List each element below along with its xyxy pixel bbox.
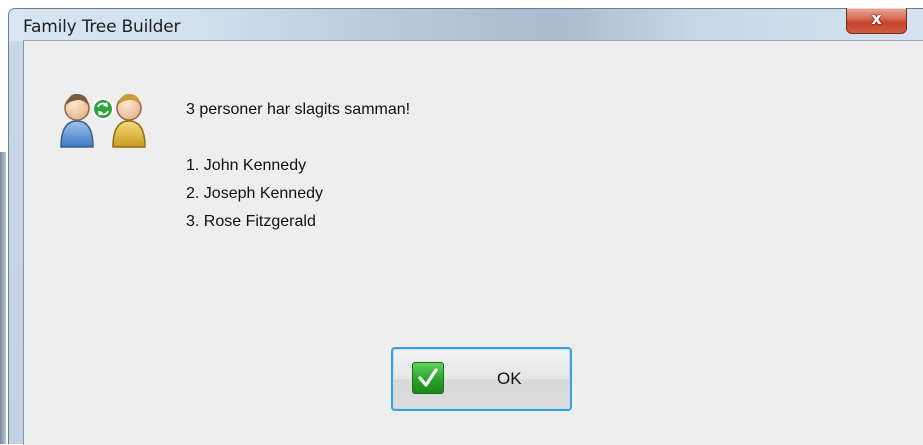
window-title: Family Tree Builder (23, 17, 181, 37)
dialog-window: Family Tree Builder x 3 personer har sla… (8, 8, 923, 445)
list-item: 3. Rose Fitzgerald (186, 213, 316, 230)
list-item: 1. John Kennedy (186, 157, 307, 174)
window-edge (0, 152, 6, 444)
merge-message: 3 personer har slagits samman! (186, 101, 411, 118)
dialog-body: 3 personer har slagits samman! 1. John K… (23, 40, 923, 445)
ok-button[interactable]: OK (391, 347, 572, 411)
close-button[interactable]: x (846, 8, 907, 34)
title-bar[interactable]: Family Tree Builder (9, 9, 923, 41)
green-check-icon (412, 362, 444, 394)
close-icon: x (871, 9, 882, 28)
merged-persons-list: 1. John Kennedy 2. Joseph Kennedy 3. Ros… (186, 152, 323, 236)
merge-persons-icon (60, 93, 146, 148)
list-item: 2. Joseph Kennedy (186, 185, 323, 202)
ok-button-label: OK (497, 369, 522, 388)
